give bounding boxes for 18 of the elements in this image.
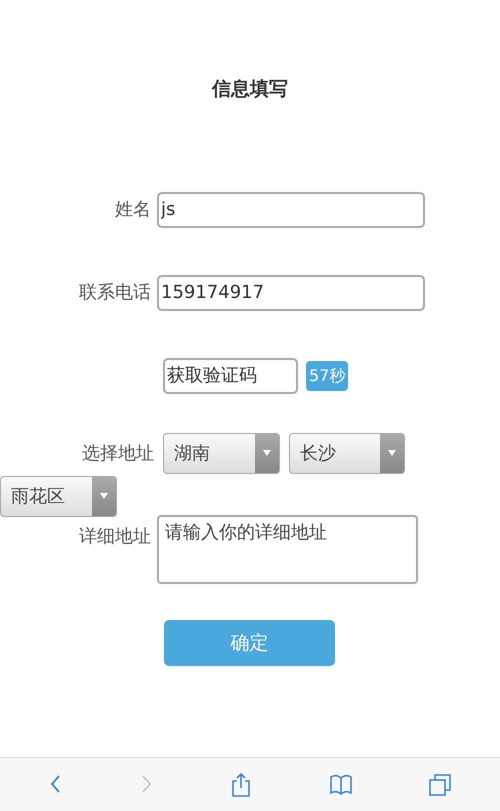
- caret-icon: [263, 450, 271, 456]
- tabs-icon[interactable]: [428, 772, 452, 796]
- field-label: 姓名: [114, 198, 152, 222]
- field-label: 详细地址: [78, 524, 152, 549]
- text-field[interactable]: js: [157, 192, 425, 228]
- text-field[interactable]: 159174917: [157, 274, 425, 311]
- countdown-label: 57秒: [306, 360, 348, 391]
- book-icon[interactable]: [330, 772, 353, 796]
- page-title: 信息填写: [210, 77, 289, 101]
- dropdown-select[interactable]: 雨花区: [0, 476, 117, 517]
- dropdown-select[interactable]: 长沙: [289, 432, 405, 474]
- caret-icon: [388, 450, 396, 456]
- dropdown-select[interactable]: 湖南: [163, 432, 280, 474]
- address-textarea[interactable]: 请输入你的详细地址: [157, 514, 418, 584]
- get-code-button[interactable]: 获取验证码: [163, 358, 298, 394]
- field-label: 选择地址: [81, 442, 154, 466]
- caret-icon: [100, 493, 108, 500]
- field-label: 联系电话: [78, 281, 152, 306]
